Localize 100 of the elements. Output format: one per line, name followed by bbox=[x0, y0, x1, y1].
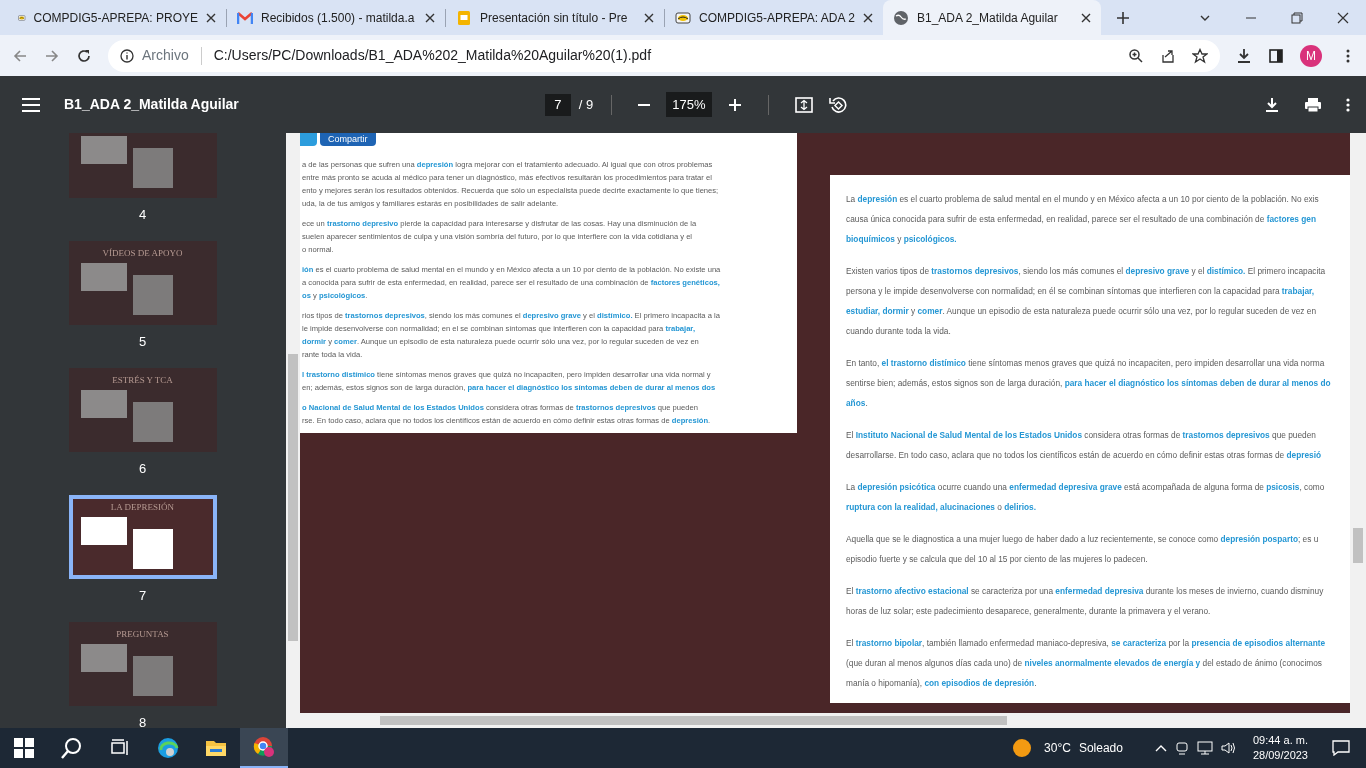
share-icon bbox=[1160, 47, 1176, 64]
page-thumbnail[interactable]: LA DEPRESIÓN bbox=[68, 495, 217, 579]
page-number: 4 bbox=[137, 206, 148, 223]
forward-button[interactable] bbox=[44, 47, 60, 64]
minus-icon bbox=[638, 103, 651, 106]
text-line: horas de luz solar; este padecimiento desaparece, generalmente, durante la primavera y el verano. bbox=[846, 605, 1212, 618]
text-line: causa única conocida para sufrir de esta enfermedad, en realidad, parece ser el resultado de una combinación de factores gen bbox=[846, 213, 1317, 226]
text-line: persona y le impide desenvolverse con normalidad; en él se combinan síntomas que interfieren con la capacidad para trabajar, bbox=[846, 285, 1316, 298]
mail-icon bbox=[237, 9, 253, 26]
chat-icon bbox=[1332, 740, 1350, 756]
browser-icon bbox=[157, 737, 179, 759]
plus-icon bbox=[727, 97, 742, 112]
text-line: La depresión psicótica ocurre cuando una enfermedad depresiva grave está acompañada de alguna forma de psicosis, como bbox=[846, 481, 1326, 494]
scrollbar[interactable] bbox=[300, 713, 1366, 728]
plus-icon bbox=[1116, 10, 1130, 25]
rotate-button[interactable] bbox=[828, 95, 847, 114]
text-line: manía o hipomanía), con episodios de depresión. bbox=[846, 677, 1038, 690]
restore-icon bbox=[1290, 10, 1304, 25]
tab-title: Recibidos (1.500) - matilda.a bbox=[261, 9, 416, 27]
text-line: El trastorno bipolar, también llamado enfermedad maniaco-depresiva, se caracteriza por la presencia de episodios alternante bbox=[846, 637, 1327, 650]
more-button[interactable] bbox=[1346, 96, 1350, 113]
browser-tab[interactable]: COMPDIG5-APREPA: PROYE bbox=[8, 0, 226, 35]
logo-icon bbox=[675, 9, 691, 26]
fit-page-button[interactable] bbox=[794, 96, 813, 113]
star-icon bbox=[1192, 47, 1208, 64]
camera-button[interactable] bbox=[1174, 741, 1189, 755]
page-number: 6 bbox=[137, 460, 148, 477]
text-line: ruptura con la realidad, alucinaciones o delirios. bbox=[846, 501, 1037, 514]
hidden-icons-button[interactable] bbox=[1154, 744, 1167, 752]
text-line: episodio fuerte y se calcula que del 10 al 15 por ciento de las mujeres lo padecen. bbox=[846, 553, 1149, 566]
share-button[interactable]: Compartir bbox=[320, 133, 376, 146]
clock-time: 09:44 a. m. bbox=[1252, 733, 1308, 748]
side-panel-button[interactable] bbox=[1268, 47, 1284, 64]
globe-icon bbox=[893, 9, 909, 26]
zoom-out-button[interactable] bbox=[638, 103, 651, 106]
browser-tab[interactable]: COMPDIG5-APREPA: ADA 2 bbox=[665, 0, 883, 35]
file-scheme-label: Archivo bbox=[142, 46, 189, 65]
chevron-up-icon bbox=[1154, 744, 1167, 752]
chrome-button[interactable] bbox=[240, 728, 288, 768]
temperature: 30°C bbox=[1044, 740, 1071, 757]
menu-icon bbox=[22, 97, 40, 112]
address-bar[interactable]: Archivo C:/Users/PC/Downloads/B1_ADA%202_Matilda%20Aguilar%20(1).pdf bbox=[108, 39, 1220, 72]
volume-button[interactable] bbox=[1220, 741, 1237, 755]
scrollbar[interactable] bbox=[1350, 133, 1366, 713]
clock-date: 28/09/2023 bbox=[1252, 748, 1308, 763]
camera-icon bbox=[1174, 741, 1189, 755]
text-line: sentirse bien; además, estos signos son de larga duración, para hacer el diagnóstico los síntomas deben de durar al menos do bbox=[846, 377, 1332, 390]
network-icon bbox=[1196, 741, 1213, 755]
print-button[interactable] bbox=[1304, 96, 1322, 113]
text-line: El trastorno afectivo estacional se caracteriza por una enfermedad depresiva durante los meses de invierno, cuando disminuy bbox=[846, 585, 1325, 598]
menu-button[interactable] bbox=[1346, 47, 1350, 64]
fit-page-icon bbox=[794, 96, 813, 113]
tab-title: COMPDIG5-APREPA: ADA 2 bbox=[699, 9, 855, 27]
page-total: / 9 bbox=[578, 95, 594, 114]
page-thumbnail[interactable]: VÍDEOS DE APOYO bbox=[68, 241, 217, 325]
text-line: Existen varios tipos de trastornos depresivos, siendo los más comunes el depresivo grave y el distímico. El primero incapacita bbox=[846, 265, 1327, 278]
share-button[interactable] bbox=[1160, 47, 1176, 64]
page-number-field[interactable]: 7 bbox=[544, 93, 571, 116]
info-icon bbox=[120, 48, 134, 63]
document-title: B1_ADA 2_Matilda Aguilar bbox=[64, 95, 239, 114]
page-thumbnail[interactable]: ESTRÉS Y TCA bbox=[68, 368, 217, 452]
browser-tab[interactable]: B1_ADA 2_Matilda Aguilar bbox=[883, 0, 1101, 35]
browser-tab[interactable]: Presentación sin título - Pre bbox=[446, 0, 664, 35]
notifications-button[interactable] bbox=[1332, 740, 1350, 756]
back-button[interactable] bbox=[12, 47, 28, 64]
back-icon bbox=[12, 47, 28, 64]
bookmark-button[interactable] bbox=[1192, 47, 1208, 64]
side-panel-icon bbox=[1268, 47, 1284, 64]
zoom-level: 175% bbox=[666, 91, 712, 118]
chrome-icon bbox=[253, 736, 275, 758]
text-line: Aquella que se le diagnostica a una mujer luego de haber dado a luz recientemente, se conoce como depresión posparto; es u bbox=[846, 533, 1320, 546]
profile-avatar[interactable]: M bbox=[1300, 44, 1322, 67]
network-button[interactable] bbox=[1196, 741, 1213, 755]
printer-icon bbox=[1304, 96, 1322, 113]
text-line: (que duran al menos algunos días cada uno) de niveles anormalmente elevados de energía y del estado de ánimo (conocimos bbox=[846, 657, 1323, 670]
text-line: El Instituto Nacional de Salud Mental de los Estados Unidos considera otras formas de trastornos depresivos que pueden bbox=[846, 429, 1317, 442]
text-line: La depresión es el cuarto problema de salud mental en el mundo y en México afecta a un 10 por ciento de la población. No exis bbox=[846, 193, 1320, 206]
page-thumbnail[interactable] bbox=[68, 133, 217, 198]
zoom-in-button[interactable] bbox=[727, 97, 742, 112]
download-button[interactable] bbox=[1236, 47, 1252, 64]
text-line: cuando durante toda la vida. bbox=[846, 325, 952, 338]
more-icon bbox=[1346, 47, 1350, 64]
slides-icon bbox=[456, 9, 472, 26]
scrollbar[interactable] bbox=[286, 133, 300, 728]
menu-button[interactable] bbox=[22, 97, 40, 112]
text-line: desarrollarse. En todo caso, aclara que no todos los científicos están de acuerdo en cómo definir estas otras formas de depresió bbox=[846, 449, 1323, 462]
reload-button[interactable] bbox=[76, 47, 92, 64]
browser-tab[interactable]: Recibidos (1.500) - matilda.a bbox=[227, 0, 445, 35]
tab-title: Presentación sin título - Pre bbox=[480, 9, 629, 27]
tab-title: B1_ADA 2_Matilda Aguilar bbox=[917, 9, 1059, 27]
more-icon bbox=[1346, 96, 1350, 113]
zoom-button[interactable] bbox=[1128, 47, 1144, 64]
page-thumbnail[interactable]: PREGUNTAS bbox=[68, 622, 217, 706]
text-line: estudiar, dormir y comer. Aunque un episodio de esta naturaleza puede ocurrir sólo una vez, por lo regular suceden de vez en bbox=[846, 305, 1317, 318]
weather-condition: Soleado bbox=[1078, 740, 1123, 757]
sun-icon bbox=[1012, 738, 1033, 758]
start-icon bbox=[13, 737, 35, 759]
url-text: C:/Users/PC/Downloads/B1_ADA%202_Matilda%20Aguilar%20(1).pdf bbox=[213, 46, 652, 65]
download-icon bbox=[1236, 47, 1252, 64]
reload-icon bbox=[76, 47, 92, 64]
